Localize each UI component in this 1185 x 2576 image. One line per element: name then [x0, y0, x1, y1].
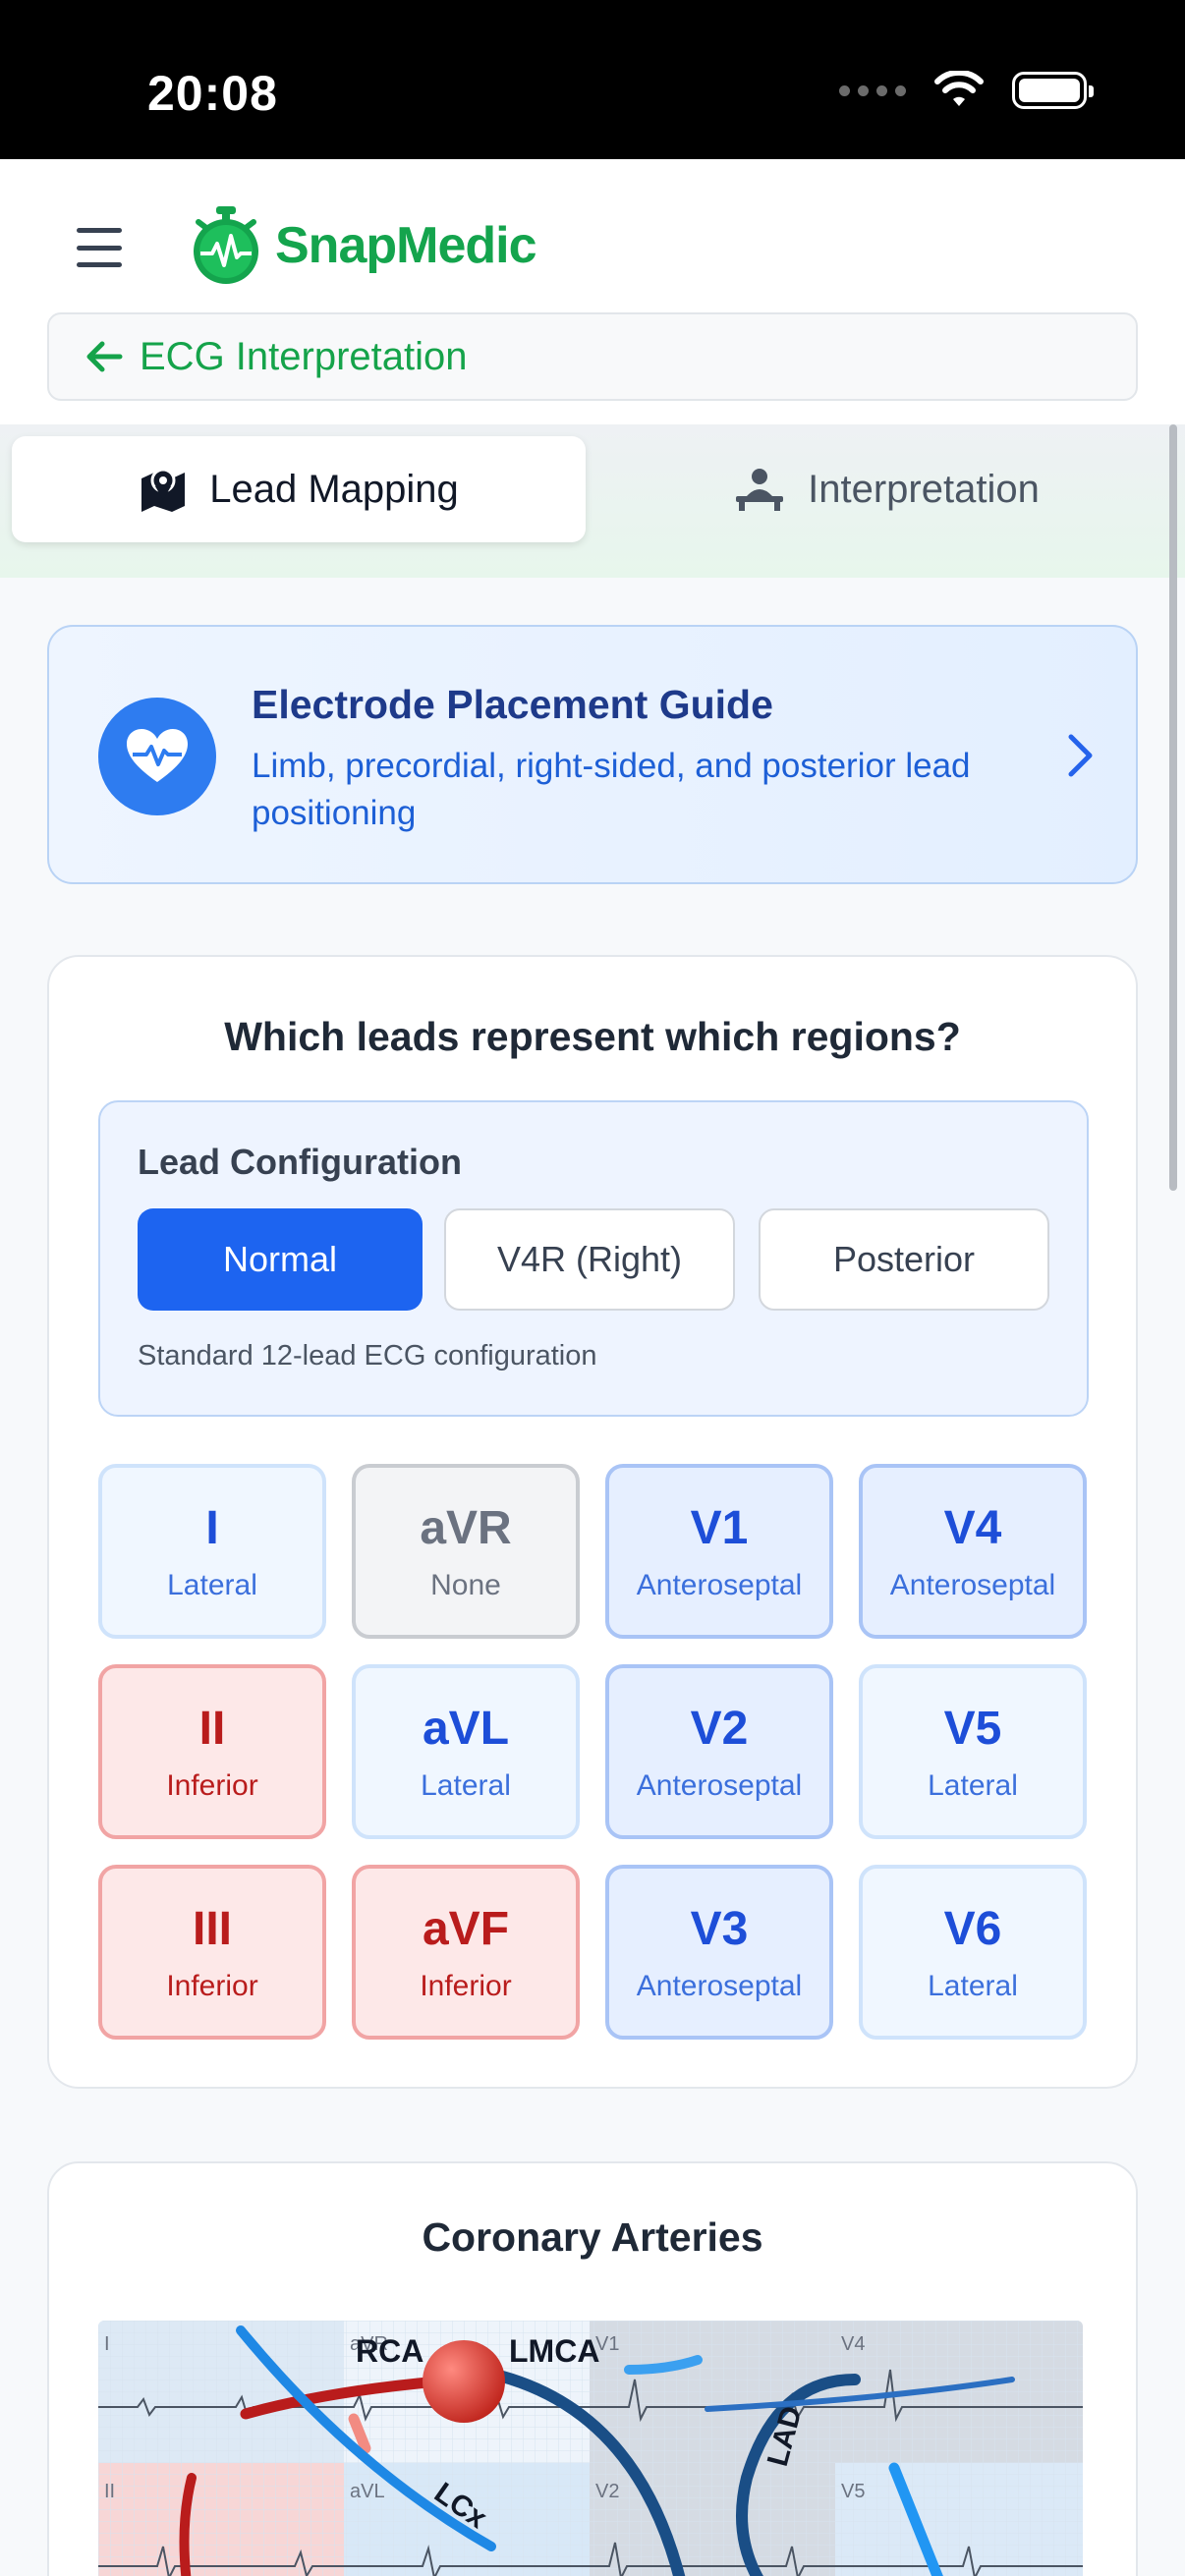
lead-region: Lateral: [167, 1568, 257, 1601]
diagram-lead-label: aVL: [350, 2481, 385, 2502]
lead-tile-v4[interactable]: V4 Anteroseptal: [859, 1464, 1087, 1639]
tab-interpretation-label: Interpretation: [808, 467, 1040, 511]
lead-name: V6: [943, 1902, 1002, 1955]
tab-lead-mapping[interactable]: Lead Mapping: [12, 436, 586, 542]
lead-region: Anteroseptal: [636, 1768, 803, 1802]
lead-region: Anteroseptal: [636, 1568, 803, 1601]
lead-name: aVF: [422, 1902, 510, 1955]
lead-regions-card: Which leads represent which regions? Lea…: [47, 955, 1138, 2089]
lead-regions-title: Which leads represent which regions?: [224, 1014, 961, 1059]
app-logo[interactable]: SnapMedic: [187, 204, 536, 287]
lead-region: Anteroseptal: [889, 1568, 1056, 1601]
lead-name: V5: [943, 1702, 1002, 1755]
electrode-guide-card[interactable]: Electrode Placement Guide Limb, precordi…: [47, 625, 1138, 884]
lead-name: III: [192, 1902, 232, 1955]
hamburger-menu-button[interactable]: [77, 228, 122, 267]
stopwatch-heart-icon: [194, 206, 258, 284]
lead-region: Inferior: [420, 1969, 512, 2002]
lead-tile-avl[interactable]: aVL Lateral: [352, 1664, 580, 1839]
lead-tile-ii[interactable]: II Inferior: [98, 1664, 326, 1839]
tab-bar: Lead Mapping Interpretation: [0, 424, 1185, 578]
lead-tile-avr[interactable]: aVR None: [352, 1464, 580, 1639]
patient-icon: [736, 469, 784, 511]
lead-name: aVR: [420, 1501, 512, 1554]
guide-subtitle: Limb, precordial, right-sided, and poste…: [252, 747, 971, 832]
heart-pulse-icon: [98, 698, 216, 815]
artery-label-rca: RCA: [356, 2333, 423, 2369]
guide-title: Electrode Placement Guide: [252, 682, 773, 727]
lead-tile-avf[interactable]: aVF Inferior: [352, 1865, 580, 2040]
lead-name: V4: [943, 1501, 1002, 1554]
artery-label-lmca: LMCA: [509, 2333, 599, 2369]
map-icon: [141, 468, 186, 512]
lead-name: V2: [690, 1702, 749, 1755]
battery-icon: [1012, 72, 1094, 109]
chevron-right-icon: [1068, 734, 1093, 777]
diagram-lead-label: I: [104, 2333, 110, 2355]
wifi-icon: [934, 71, 984, 106]
lead-tile-iii[interactable]: III Inferior: [98, 1865, 326, 2040]
breadcrumb-label: ECG Interpretation: [140, 334, 468, 378]
coronary-arteries-title: Coronary Arteries: [422, 2214, 763, 2260]
lead-region: Inferior: [166, 1768, 258, 1802]
config-v4r-button[interactable]: V4R (Right): [444, 1208, 735, 1311]
status-icons: [839, 71, 1094, 110]
lead-tile-i[interactable]: I Lateral: [98, 1464, 326, 1639]
config-normal-button[interactable]: Normal: [138, 1208, 423, 1311]
status-bar: 20:08: [0, 0, 1185, 159]
lead-name: I: [205, 1501, 219, 1554]
lead-tile-v5[interactable]: V5 Lateral: [859, 1664, 1087, 1839]
app-header: SnapMedic ECG Interpretation: [0, 159, 1185, 424]
lead-name: II: [198, 1702, 226, 1755]
scrollbar[interactable]: [1169, 424, 1177, 1191]
diagram-lead-label: II: [104, 2481, 115, 2502]
lead-tile-v2[interactable]: V2 Anteroseptal: [605, 1664, 833, 1839]
coronary-ecg-diagram: IaVR V1 V4 II aVL V2 V5 RCA LMCA LCx LAD: [98, 2321, 1083, 2576]
lead-region: Lateral: [421, 1768, 511, 1802]
lead-name: V1: [690, 1501, 749, 1554]
config-description: Standard 12-lead ECG configuration: [138, 1340, 597, 1372]
back-breadcrumb[interactable]: ECG Interpretation: [47, 312, 1138, 401]
coronary-arteries-card: Coronary Arteries IaVR V1 V4 II aVL V2 V5: [47, 2161, 1138, 2576]
app-name: SnapMedic: [275, 217, 536, 274]
lead-region: Lateral: [928, 1969, 1018, 2002]
lead-configuration-label: Lead Configuration: [138, 1142, 462, 1182]
lead-tile-v3[interactable]: V3 Anteroseptal: [605, 1865, 833, 2040]
diagram-lead-label: V5: [841, 2481, 865, 2502]
diagram-lead-label: V4: [841, 2333, 865, 2355]
lead-region: Lateral: [928, 1768, 1018, 1802]
lead-name: aVL: [422, 1702, 510, 1755]
lead-name: V3: [690, 1902, 749, 1955]
lead-configuration-panel: Lead Configuration Normal V4R (Right) Po…: [98, 1100, 1089, 1417]
tab-interpretation[interactable]: Interpretation: [599, 436, 1173, 542]
lead-region: None: [430, 1568, 501, 1601]
cellular-signal-icon: [839, 84, 906, 96]
tab-lead-mapping-label: Lead Mapping: [209, 467, 459, 511]
arrow-left-icon: [86, 341, 123, 372]
lead-region: Anteroseptal: [636, 1969, 803, 2002]
status-time: 20:08: [147, 66, 278, 121]
lead-tile-v6[interactable]: V6 Lateral: [859, 1865, 1087, 2040]
lead-region: Inferior: [166, 1969, 258, 2002]
diagram-lead-label: V2: [595, 2481, 619, 2502]
config-posterior-button[interactable]: Posterior: [759, 1208, 1049, 1311]
lead-grid: I Lateral aVR None V1 Anteroseptal V4 Anterosep…: [98, 1464, 1091, 2040]
lead-tile-v1[interactable]: V1 Anteroseptal: [605, 1464, 833, 1639]
